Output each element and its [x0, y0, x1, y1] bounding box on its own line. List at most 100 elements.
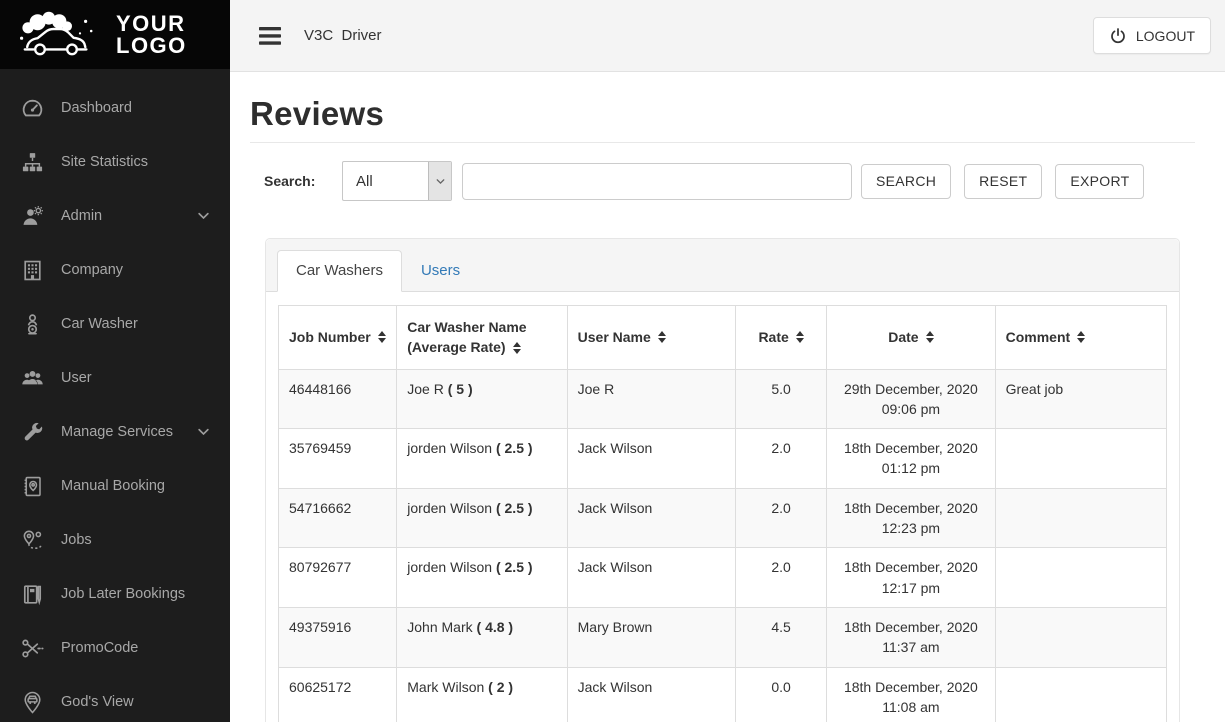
user-name-cell: Jack Wilson — [566, 666, 737, 722]
column-header-job-number[interactable]: Job Number — [277, 305, 398, 370]
tab-users[interactable]: Users — [402, 250, 479, 292]
table-row: 54716662 jorden Wilson ( 2.5 ) Jack Wilson… — [277, 487, 1168, 549]
washer-name: Mark Wilson — [407, 678, 489, 695]
washer-name: jorden Wilson — [407, 440, 496, 457]
column-header-date[interactable]: Date — [826, 305, 996, 370]
car-washer-name-cell: jorden Wilson ( 2.5 ) — [396, 428, 568, 489]
car-washer-icon — [18, 311, 46, 337]
comment-cell — [994, 428, 1168, 489]
logo-text-bottom: LOGO — [116, 32, 187, 58]
user-name-cell: Mary Brown — [566, 606, 737, 668]
table-row: 46448166 Joe R ( 5 ) Joe R 5.0 29th December… — [277, 368, 1168, 430]
date-text: 18th December, 2020 — [843, 499, 978, 516]
average-rate: ( 2.5 ) — [495, 440, 533, 457]
main-area: V3C Driver LOGOUT Reviews Search: All SE… — [230, 0, 1225, 722]
rate-cell: 4.5 — [735, 606, 828, 668]
job-number-cell: 35769459 — [277, 428, 398, 489]
logout-button[interactable]: LOGOUT — [1092, 17, 1211, 54]
sort-icon — [657, 331, 666, 344]
table-body: 46448166 Joe R ( 5 ) Joe R 5.0 29th December… — [277, 368, 1168, 722]
column-header-label: Car Washer Name (Average Rate) — [407, 319, 527, 356]
sort-icon — [795, 331, 804, 344]
search-label: Search: — [264, 173, 316, 189]
car-washer-name-cell: John Mark ( 4.8 ) — [396, 606, 568, 668]
column-header-user-name[interactable]: User Name — [566, 305, 737, 370]
date-cell: 29th December, 2020 09:06 pm — [826, 368, 996, 430]
rate-cell: 2.0 — [735, 428, 828, 489]
table-row: 80792677 jorden Wilson ( 2.5 ) Jack Wilson… — [277, 547, 1168, 608]
gods-view-icon — [18, 689, 46, 715]
sidebar-item-user[interactable]: User — [0, 351, 230, 405]
column-header-comment[interactable]: Comment — [994, 305, 1168, 370]
reset-button[interactable]: RESET — [964, 163, 1043, 199]
manage-services-icon — [18, 419, 46, 445]
sidebar-item-label: Admin — [61, 208, 103, 224]
power-icon — [1109, 27, 1127, 45]
sidebar-item-manage-services[interactable]: Manage Services — [0, 405, 230, 459]
time-text: 11:37 am — [882, 639, 940, 656]
comment-cell — [994, 666, 1168, 722]
date-text: 18th December, 2020 — [843, 618, 978, 635]
tab-car-washers[interactable]: Car Washers — [277, 250, 402, 292]
sidebar-item-god-s-view[interactable]: God's View — [0, 675, 230, 722]
search-bar: Search: All SEARCH RESET EXPORT — [250, 161, 1195, 201]
date-text: 18th December, 2020 — [843, 559, 978, 576]
job-later-bookings-icon — [18, 581, 46, 607]
search-filter-select[interactable]: All — [342, 161, 452, 201]
reviews-card: Car Washers Users Job Number Car Washer Na… — [265, 238, 1180, 722]
sidebar-item-admin[interactable]: Admin — [0, 189, 230, 243]
rate-cell: 2.0 — [735, 487, 828, 549]
sidebar-item-label: Jobs — [61, 532, 92, 548]
sidebar-item-job-later-bookings[interactable]: Job Later Bookings — [0, 567, 230, 621]
sidebar-item-promocode[interactable]: PromoCode — [0, 621, 230, 675]
column-header-car-washer-name-average-rate[interactable]: Car Washer Name (Average Rate) — [396, 305, 568, 370]
search-input[interactable] — [462, 162, 852, 200]
washer-name: John Mark — [407, 618, 477, 635]
table-row: 60625172 Mark Wilson ( 2 ) Jack Wilson 0.0 1… — [277, 666, 1168, 722]
sidebar-menu: Dashboard Site Statistics Admin Company Car … — [0, 81, 230, 722]
washer-name: jorden Wilson — [407, 499, 496, 516]
sidebar-item-dashboard[interactable]: Dashboard — [0, 81, 230, 135]
sidebar-item-label: Site Statistics — [61, 154, 149, 170]
column-header-label: User Name — [577, 329, 651, 346]
site-statistics-icon — [18, 149, 46, 175]
date-cell: 18th December, 2020 11:37 am — [826, 606, 996, 668]
select-chevron-down-icon — [428, 162, 451, 200]
date-text: 29th December, 2020 — [843, 380, 978, 397]
logo-text: YOUR LOGO — [116, 12, 187, 58]
time-text: 11:08 am — [882, 698, 940, 715]
logout-label: LOGOUT — [1135, 27, 1195, 44]
job-number-cell: 46448166 — [277, 368, 398, 430]
header-row: Job Number Car Washer Name (Average Rate)… — [277, 305, 1168, 370]
sidebar-item-manual-booking[interactable]: Manual Booking — [0, 459, 230, 513]
sidebar-item-label: God's View — [61, 694, 134, 710]
sort-icon — [377, 331, 386, 344]
rate-cell: 2.0 — [735, 547, 828, 608]
chevron-down-icon — [196, 424, 212, 440]
tab-strip: Car Washers Users — [266, 239, 1179, 292]
table-row: 35769459 jorden Wilson ( 2.5 ) Jack Wilson… — [277, 428, 1168, 489]
date-cell: 18th December, 2020 12:23 pm — [826, 487, 996, 549]
dashboard-icon — [18, 95, 46, 121]
sidebar-item-jobs[interactable]: Jobs — [0, 513, 230, 567]
sidebar-item-car-washer[interactable]: Car Washer — [0, 297, 230, 351]
sidebar-item-label: Company — [61, 262, 124, 278]
logo-area[interactable]: YOUR LOGO — [0, 0, 230, 69]
sidebar-item-company[interactable]: Company — [0, 243, 230, 297]
date-cell: 18th December, 2020 01:12 pm — [826, 428, 996, 489]
column-header-rate[interactable]: Rate — [735, 305, 828, 370]
column-header-label: Job Number — [289, 329, 371, 346]
car-washer-name-cell: jorden Wilson ( 2.5 ) — [396, 547, 568, 608]
export-button[interactable]: EXPORT — [1055, 163, 1145, 199]
search-button[interactable]: SEARCH — [861, 163, 952, 199]
comment-cell: Great job — [994, 368, 1168, 430]
sidebar-nav: Dashboard Site Statistics Admin Company Car … — [0, 69, 230, 722]
hamburger-icon[interactable] — [258, 25, 282, 47]
sort-icon — [1077, 331, 1086, 344]
sidebar-item-site-statistics[interactable]: Site Statistics — [0, 135, 230, 189]
jobs-icon — [18, 527, 46, 553]
comment-cell — [994, 547, 1168, 608]
average-rate: ( 2.5 ) — [495, 499, 533, 516]
date-text: 18th December, 2020 — [843, 440, 978, 457]
title-divider — [250, 142, 1195, 143]
